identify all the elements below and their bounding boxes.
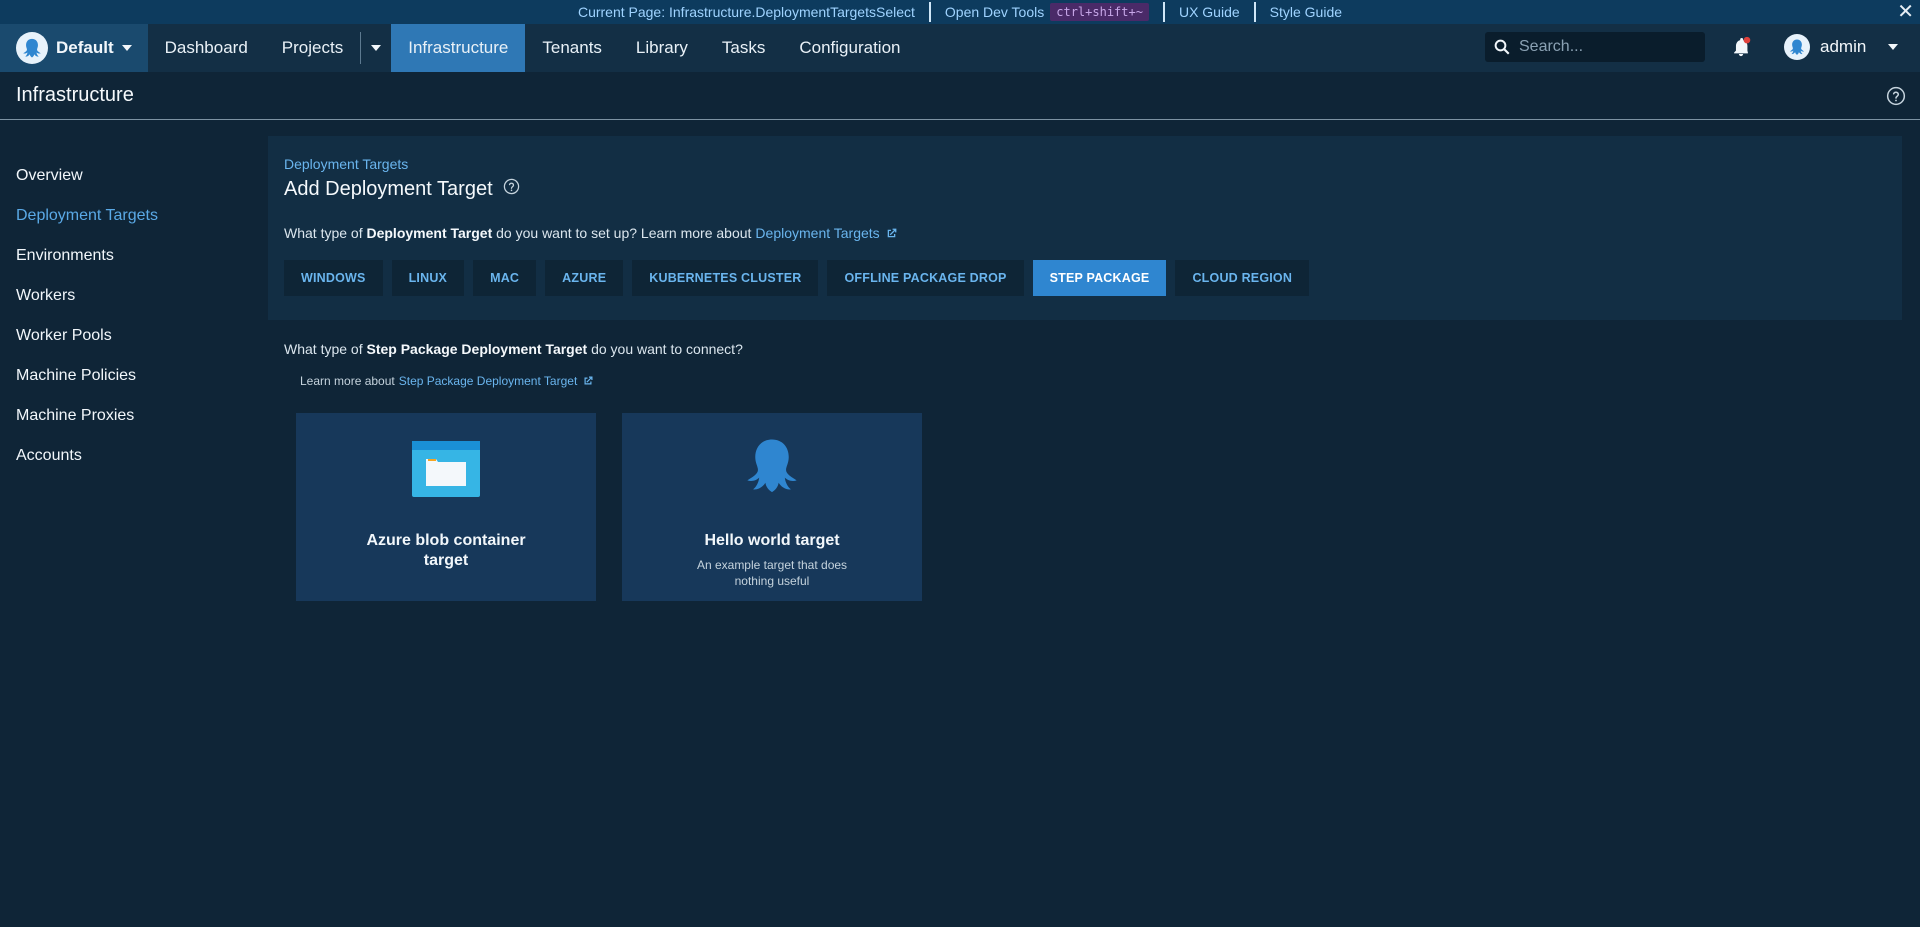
- close-icon[interactable]: ✕: [1897, 1, 1914, 23]
- style-guide-link[interactable]: Style Guide: [1256, 0, 1356, 24]
- tab-cloud-region[interactable]: CLOUD REGION: [1175, 260, 1310, 296]
- tab-windows[interactable]: WINDOWS: [284, 260, 383, 296]
- chevron-down-icon: [121, 45, 132, 51]
- nav-tasks[interactable]: Tasks: [705, 24, 782, 72]
- tab-azure[interactable]: AZURE: [545, 260, 624, 296]
- target-type-question: What type of Deployment Target do you wa…: [284, 225, 898, 241]
- docs-link-label: Step Package Deployment Target: [398, 374, 578, 388]
- user-menu[interactable]: admin: [1784, 34, 1899, 60]
- question-pre: What type of: [284, 341, 363, 357]
- learn-pre: Learn more about: [300, 374, 395, 388]
- nav-tenants[interactable]: Tenants: [525, 24, 619, 72]
- nav-library[interactable]: Library: [619, 24, 705, 72]
- section-title-text: Add Deployment Target: [284, 178, 493, 200]
- tab-kubernetes-cluster[interactable]: KUBERNETES CLUSTER: [632, 260, 819, 296]
- nav-projects[interactable]: Projects: [265, 24, 360, 72]
- external-link-icon: [584, 376, 593, 385]
- help-icon[interactable]: [1886, 86, 1906, 111]
- sidebar-item-deployment-targets[interactable]: Deployment Targets: [0, 196, 260, 236]
- card-description: An example target that does nothing usef…: [696, 558, 848, 588]
- tab-mac[interactable]: MAC: [473, 260, 537, 296]
- space-switcher[interactable]: Default: [0, 24, 148, 72]
- step-package-learn-more: Learn more about Step Package Deployment…: [300, 374, 594, 388]
- page-header: Infrastructure: [0, 72, 1920, 120]
- notifications-bell-icon[interactable]: [1730, 36, 1752, 63]
- tab-linux[interactable]: LINUX: [391, 260, 465, 296]
- azure-blob-icon: [412, 437, 480, 501]
- card-title: Azure blob container target: [366, 532, 526, 569]
- sidebar-item-workers[interactable]: Workers: [0, 276, 260, 316]
- open-dev-tools-link[interactable]: Open Dev Tools ctrl+shift+~: [931, 0, 1163, 24]
- octopus-logo-icon: [16, 32, 48, 64]
- question-post: do you want to set up? Learn more about: [496, 225, 752, 241]
- sidebar-item-machine-proxies[interactable]: Machine Proxies: [0, 396, 260, 436]
- nav-configuration[interactable]: Configuration: [782, 24, 917, 72]
- step-package-docs-link[interactable]: Step Package Deployment Target: [399, 374, 595, 388]
- dev-toolbar: Current Page: Infrastructure.DeploymentT…: [0, 0, 1920, 24]
- projects-dropdown-button[interactable]: [361, 24, 391, 72]
- breadcrumb[interactable]: Deployment Targets: [284, 156, 408, 172]
- docs-link-label: Deployment Targets: [755, 225, 880, 241]
- card-title: Hello world target: [704, 532, 840, 549]
- question-pre: What type of: [284, 225, 363, 241]
- add-deployment-target-panel: Deployment Targets Add Deployment Target…: [268, 136, 1902, 320]
- help-icon[interactable]: [503, 178, 520, 201]
- space-name: Default: [56, 38, 114, 57]
- sidebar-item-overview[interactable]: Overview: [0, 156, 260, 196]
- nav-infrastructure[interactable]: Infrastructure: [391, 24, 526, 72]
- question-bold: Deployment Target: [366, 225, 493, 241]
- question-post: do you want to connect?: [591, 341, 743, 357]
- section-title: Add Deployment Target: [284, 178, 520, 201]
- main-navbar: Default Dashboard Projects Infrastructur…: [0, 24, 1920, 72]
- question-bold: Step Package Deployment Target: [366, 341, 588, 357]
- search-placeholder: Search...: [1519, 38, 1584, 55]
- sidebar-item-accounts[interactable]: Accounts: [0, 436, 260, 476]
- current-page-label: Current Page: Infrastructure.DeploymentT…: [577, 4, 915, 20]
- target-type-tabs: WINDOWS LINUX MAC AZURE KUBERNETES CLUST…: [284, 260, 1318, 296]
- sidebar-item-worker-pools[interactable]: Worker Pools: [0, 316, 260, 356]
- sidebar: Overview Deployment Targets Environments…: [0, 156, 260, 476]
- nav-dashboard[interactable]: Dashboard: [148, 24, 265, 72]
- search-icon: [1494, 39, 1510, 55]
- dev-tools-shortcut: ctrl+shift+~: [1050, 3, 1149, 21]
- chevron-down-icon: [371, 45, 382, 51]
- avatar: [1784, 34, 1810, 60]
- hello-world-target-card[interactable]: Hello world target An example target tha…: [622, 413, 922, 601]
- sidebar-item-machine-policies[interactable]: Machine Policies: [0, 356, 260, 396]
- user-name: admin: [1820, 37, 1867, 56]
- search-input[interactable]: Search...: [1485, 32, 1705, 62]
- ux-guide-link[interactable]: UX Guide: [1165, 0, 1254, 24]
- octopus-icon: [742, 437, 802, 501]
- page-title: Infrastructure: [16, 84, 134, 106]
- chevron-down-icon: [1888, 44, 1899, 50]
- deployment-targets-docs-link[interactable]: Deployment Targets: [755, 225, 897, 241]
- dev-tools-label: Open Dev Tools: [944, 4, 1045, 20]
- tab-offline-package-drop[interactable]: OFFLINE PACKAGE DROP: [827, 260, 1024, 296]
- tab-step-package[interactable]: STEP PACKAGE: [1032, 260, 1167, 296]
- sidebar-item-environments[interactable]: Environments: [0, 236, 260, 276]
- azure-blob-target-card[interactable]: Azure blob container target: [296, 413, 596, 601]
- external-link-icon: [887, 228, 897, 237]
- step-package-question: What type of Step Package Deployment Tar…: [284, 341, 743, 357]
